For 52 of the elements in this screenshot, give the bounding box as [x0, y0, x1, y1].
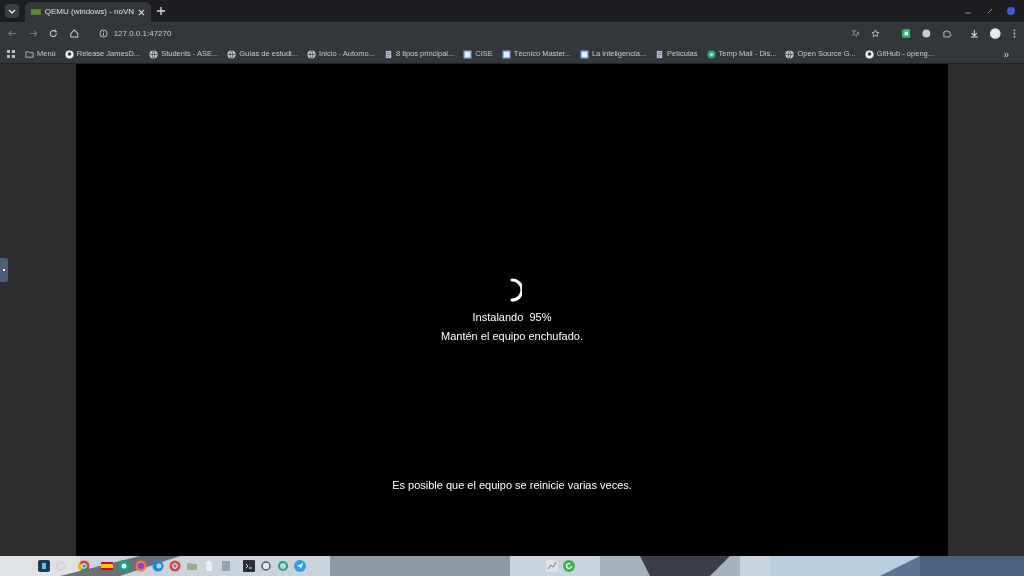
app-icon[interactable]: [38, 560, 50, 572]
download-icon[interactable]: [969, 29, 979, 38]
new-tab-icon[interactable]: [157, 7, 165, 15]
page-icon: [383, 49, 393, 59]
app-icon: [501, 49, 511, 59]
globe-icon: [307, 49, 317, 59]
install-message-text: Mantén el equipo enchufado.: [441, 328, 583, 344]
install-status-text: Instalando 95%: [472, 310, 552, 325]
vm-screen[interactable]: Instalando 95% Mantén el equipo enchufado. Es posible que el equipo se reinicie varias veces.: [76, 64, 948, 556]
app-icon: [579, 49, 589, 59]
globe-icon: [149, 49, 159, 59]
restart-note-text: Es posible que el equipo se reinicie varias veces.: [392, 477, 632, 493]
page-icon: [655, 49, 665, 59]
profile-avatar-icon[interactable]: [990, 28, 1002, 39]
extension-icon[interactable]: [901, 29, 911, 38]
back-icon[interactable]: [8, 29, 17, 38]
close-icon[interactable]: [138, 8, 145, 16]
chart-icon[interactable]: [546, 560, 558, 572]
globe-icon: [227, 49, 237, 59]
github-icon: [864, 49, 874, 59]
browser-tab[interactable]: QEMU (windows) - noVN: [25, 2, 151, 22]
mail-icon: [706, 49, 716, 59]
close-dot-icon[interactable]: [1007, 7, 1015, 15]
browser-icon[interactable]: [152, 560, 164, 572]
app-icon[interactable]: [118, 560, 130, 572]
reload-icon[interactable]: [49, 29, 58, 38]
home-icon[interactable]: [69, 29, 79, 38]
maximize-icon[interactable]: [987, 8, 993, 14]
puzzle-icon[interactable]: [943, 29, 952, 38]
browser-icon[interactable]: [135, 560, 147, 572]
info-icon: [98, 29, 108, 38]
browser-icon[interactable]: [78, 560, 90, 572]
terminal-icon[interactable]: [243, 560, 255, 572]
menu-icon[interactable]: [1013, 29, 1016, 38]
forward-icon[interactable]: [28, 29, 38, 38]
app-icon: [463, 49, 473, 59]
browser-icon[interactable]: [169, 560, 181, 572]
star-icon[interactable]: [871, 29, 880, 38]
side-panel-handle[interactable]: [0, 258, 8, 282]
github-icon: [64, 49, 74, 59]
bookmarks-overflow-button[interactable]: »: [1003, 46, 1009, 62]
flag-icon[interactable]: [101, 560, 113, 572]
send-icon[interactable]: [294, 560, 306, 572]
translate-icon[interactable]: [850, 29, 860, 38]
globe-icon: [785, 49, 795, 59]
extension-icon[interactable]: [922, 29, 932, 38]
loading-spinner-icon: [510, 278, 522, 302]
refresh-icon[interactable]: [563, 560, 575, 572]
tab-list-icon[interactable]: [5, 4, 19, 18]
folder-icon: [25, 49, 34, 59]
monitor-icon: [31, 9, 41, 15]
apps-grid-icon[interactable]: [7, 50, 15, 58]
